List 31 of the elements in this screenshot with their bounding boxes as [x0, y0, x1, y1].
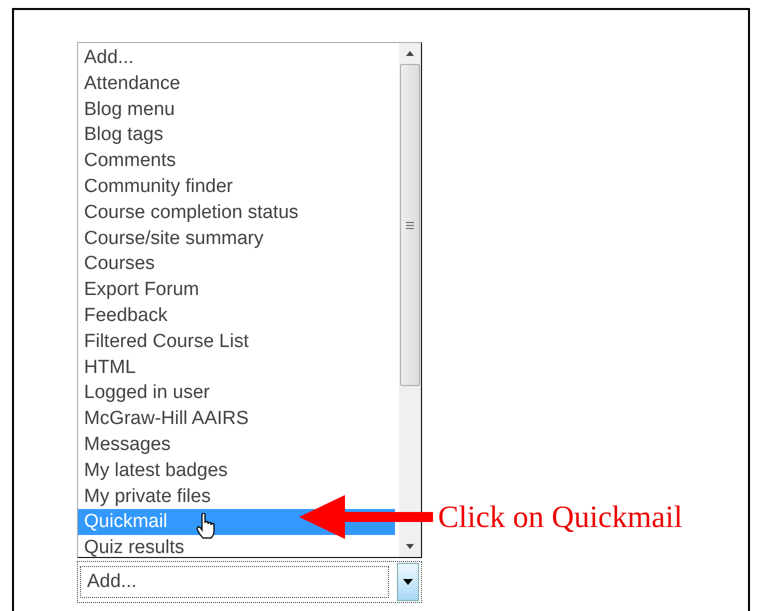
list-item[interactable]: McGraw-Hill AAIRS: [78, 406, 399, 432]
list-item[interactable]: Messages: [78, 432, 399, 458]
list-item[interactable]: Logged in user: [78, 380, 399, 406]
list-item[interactable]: Course/site summary: [78, 226, 399, 252]
list-item[interactable]: Attendance: [78, 70, 399, 97]
block-list[interactable]: [77, 42, 422, 558]
list-item[interactable]: Blog tags: [78, 122, 399, 148]
list-item[interactable]: Add...: [78, 45, 399, 71]
annotation-text: Click on Quickmail: [438, 499, 683, 535]
list-item[interactable]: Export Forum: [78, 277, 399, 303]
scrollbar[interactable]: [399, 43, 421, 557]
list-item[interactable]: Community finder: [78, 174, 399, 200]
scroll-down-icon: [406, 544, 414, 549]
list-item[interactable]: HTML: [78, 354, 399, 380]
caret-icon: [403, 579, 413, 585]
list-item[interactable]: Comments: [78, 148, 399, 174]
list-item[interactable]: Quiz results: [78, 535, 399, 557]
hand-cursor-icon: [196, 513, 216, 540]
dropdown-value: Add...: [80, 566, 389, 598]
add-dropdown[interactable]: Add...: [77, 561, 422, 603]
dropdown-button[interactable]: [397, 563, 419, 601]
list-item[interactable]: My latest badges: [78, 458, 399, 484]
list-item[interactable]: Blog menu: [78, 96, 399, 122]
grip-icon: [406, 222, 414, 228]
scroll-up-icon: [406, 51, 414, 56]
list-item[interactable]: Course completion status: [78, 200, 399, 226]
list-item[interactable]: Filtered Course List: [78, 328, 399, 355]
list-item[interactable]: Courses: [78, 251, 399, 278]
scroll-thumb[interactable]: [400, 64, 420, 386]
list-item[interactable]: My private files: [78, 484, 399, 510]
list-item[interactable]: Feedback: [78, 302, 399, 329]
